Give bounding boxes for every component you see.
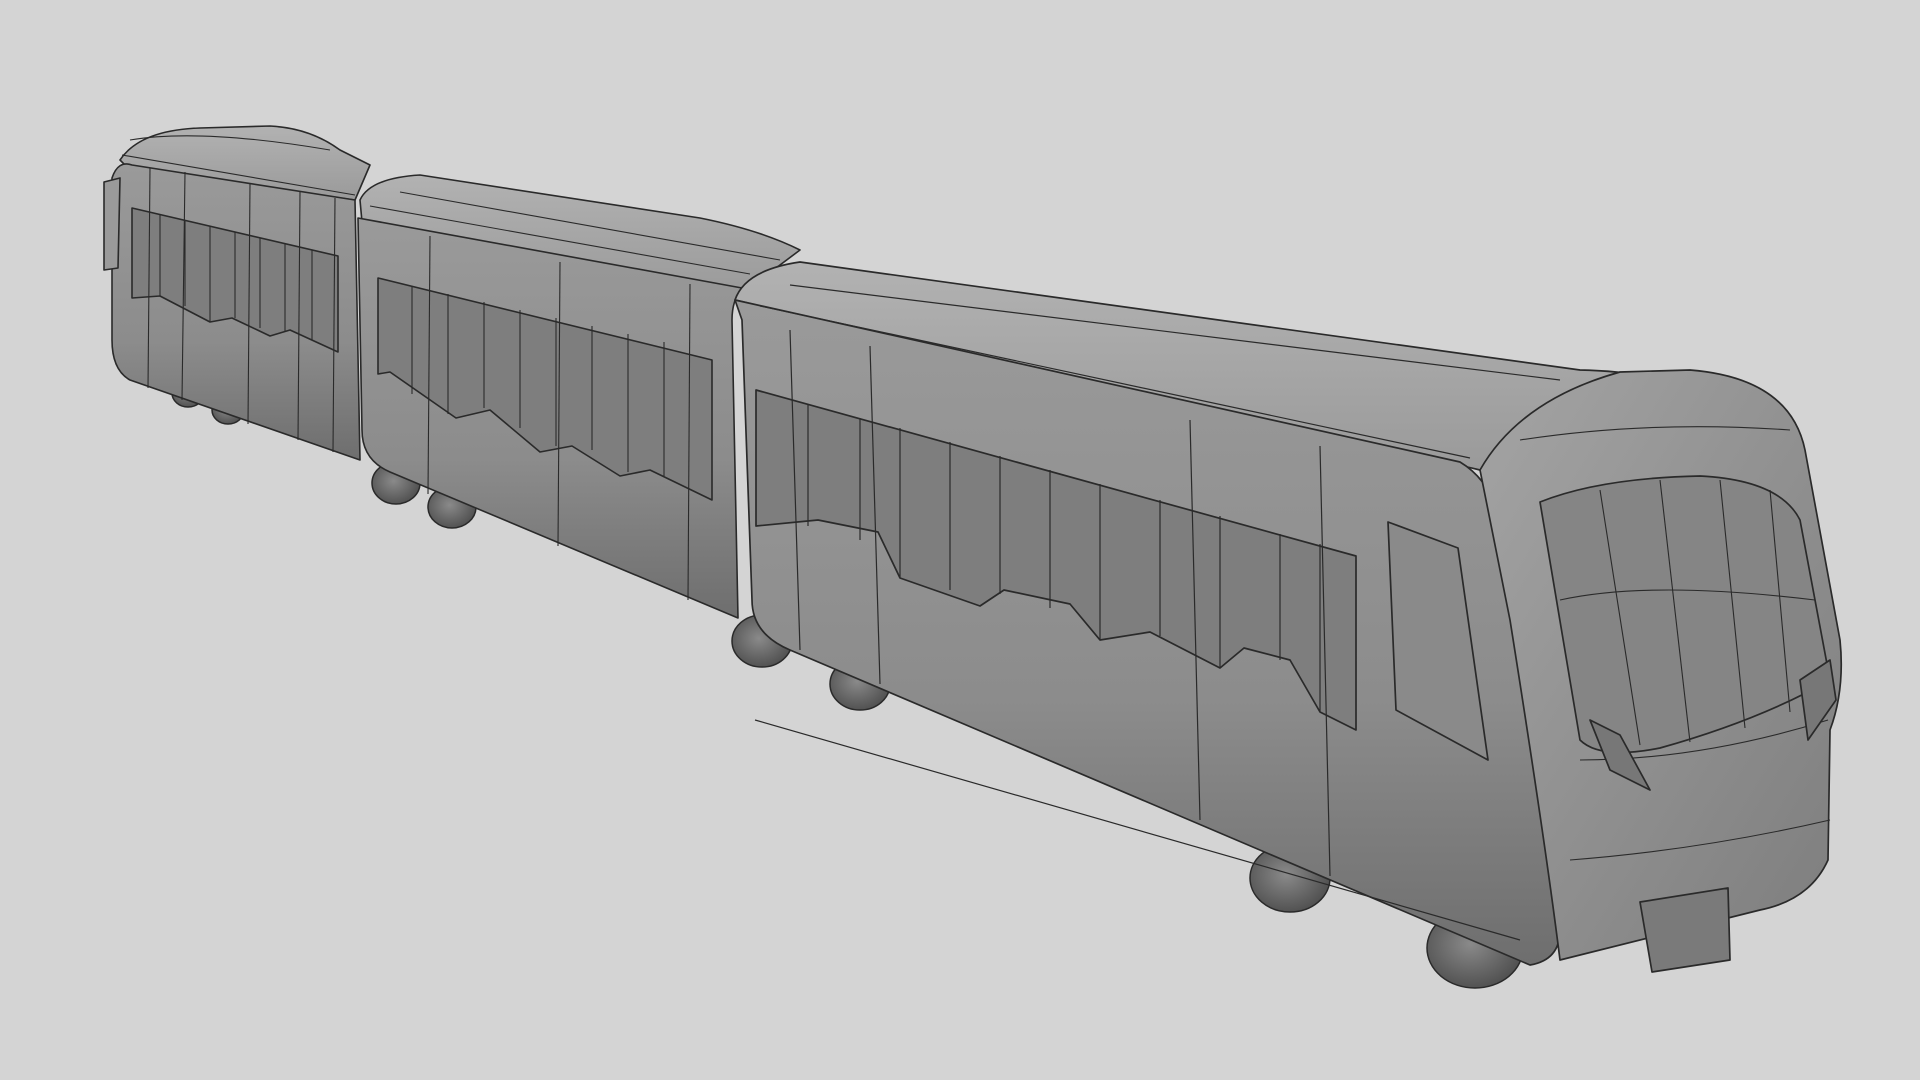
- train-model-render: [103, 125, 1843, 989]
- middle-car: [357, 174, 801, 619]
- rear-car-end: [103, 177, 121, 271]
- rear-car: [103, 125, 371, 461]
- 3d-viewport[interactable]: [0, 0, 1920, 1080]
- front-coupler: [1639, 887, 1731, 973]
